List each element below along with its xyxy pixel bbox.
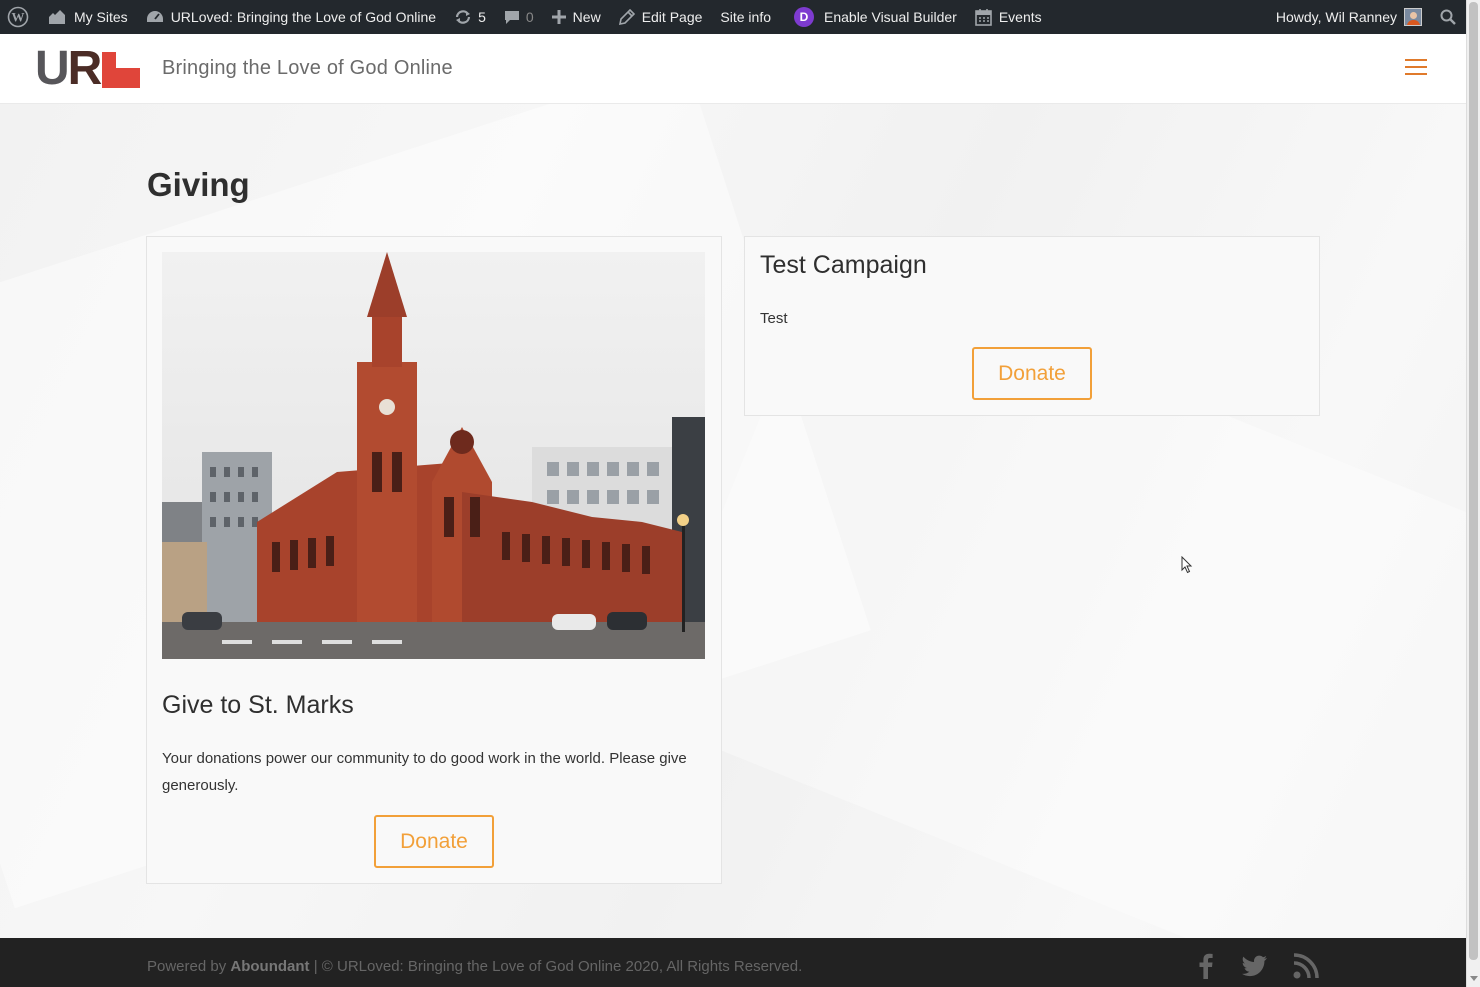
rss-icon[interactable]	[1292, 952, 1320, 980]
comments-count: 0	[525, 9, 534, 25]
campaign-card: Give to St. Marks Your donations power o…	[146, 236, 722, 884]
updates-link[interactable]: 5	[445, 0, 495, 34]
comments-link[interactable]: 0	[495, 0, 543, 34]
site-logo[interactable]: UR	[35, 45, 141, 93]
divi-icon: D	[794, 7, 814, 27]
svg-text:W: W	[12, 10, 25, 25]
mouse-cursor-icon	[1181, 555, 1193, 579]
site-info-label: Site info	[720, 9, 771, 25]
church-photo	[162, 252, 705, 659]
account-menu[interactable]: Howdy, Wil Ranney	[1267, 0, 1431, 34]
donate-button[interactable]: Donate	[374, 815, 494, 868]
search-icon	[1440, 9, 1456, 25]
wordpress-icon: W	[7, 6, 29, 28]
my-sites-menu[interactable]: My Sites	[38, 0, 137, 34]
howdy-label: Howdy, Wil Ranney	[1275, 9, 1397, 25]
plus-icon	[551, 10, 566, 24]
main-content: Giving Give to St. Marks Your donations …	[0, 104, 1466, 938]
dashboard-icon	[146, 9, 164, 25]
site-tagline: Bringing the Love of God Online	[162, 57, 453, 79]
divi-badge: D	[794, 7, 814, 27]
campaign-card: Test Campaign Test Donate	[744, 236, 1320, 416]
edit-page-link[interactable]: Edit Page	[610, 0, 712, 34]
my-sites-label: My Sites	[74, 9, 128, 25]
facebook-icon[interactable]	[1192, 952, 1220, 980]
events-label: Events	[998, 9, 1042, 25]
avatar	[1404, 8, 1422, 26]
site-name-menu[interactable]: URLoved: Bringing the Love of God Online	[137, 0, 445, 34]
search-button[interactable]	[1431, 0, 1466, 34]
scroll-down-arrow-icon[interactable]	[1470, 976, 1478, 981]
campaign-description: Test	[760, 310, 788, 327]
copyright-text: | © URLoved: Bringing the Love of God On…	[313, 958, 803, 975]
admin-bar: W My Sites URLoved: Bringing the Love of…	[0, 0, 1466, 34]
admin-bar-secondary: Howdy, Wil Ranney	[1267, 0, 1466, 34]
new-content-menu[interactable]: New	[543, 0, 610, 34]
site-header: UR Bringing the Love of God Online	[0, 34, 1466, 104]
my-sites-icon	[47, 9, 67, 25]
site-footer: Powered by Aboundant | © URLoved: Bringi…	[0, 938, 1466, 987]
footer-credits: Powered by Aboundant | © URLoved: Bringi…	[147, 958, 802, 975]
campaign-title: Test Campaign	[760, 251, 927, 279]
logo-l-block	[102, 52, 141, 88]
logo-letter-u: U	[35, 42, 70, 95]
logo-letter-r: R	[67, 42, 103, 95]
site-name-label: URLoved: Bringing the Love of God Online	[170, 9, 437, 25]
new-label: New	[572, 9, 601, 25]
campaign-description: Your donations power our community to do…	[162, 750, 687, 794]
twitter-icon[interactable]	[1241, 952, 1269, 980]
donate-button[interactable]: Donate	[972, 347, 1092, 400]
events-menu[interactable]: Events	[966, 0, 1051, 34]
calendar-icon	[975, 8, 992, 26]
pencil-icon	[618, 9, 635, 25]
visual-builder-label: Enable Visual Builder	[824, 9, 957, 25]
comments-icon	[504, 9, 520, 25]
wordpress-menu[interactable]: W	[0, 0, 38, 34]
logo-wordmark: UR	[35, 45, 102, 93]
updates-count: 5	[478, 9, 486, 25]
updates-icon	[454, 9, 472, 25]
visual-builder-link[interactable]: D Enable Visual Builder	[780, 0, 966, 34]
page-title: Giving	[147, 166, 250, 203]
campaign-title: Give to St. Marks	[162, 691, 354, 719]
edit-page-label: Edit Page	[641, 9, 703, 25]
hamburger-menu-icon[interactable]	[1405, 59, 1427, 77]
page-scrollbar[interactable]	[1466, 0, 1480, 987]
powered-by-link[interactable]: Aboundant	[230, 958, 309, 975]
powered-by-label: Powered by	[147, 958, 227, 975]
scrollbar-thumb[interactable]	[1469, 2, 1478, 960]
site-info-link[interactable]: Site info	[711, 0, 780, 34]
